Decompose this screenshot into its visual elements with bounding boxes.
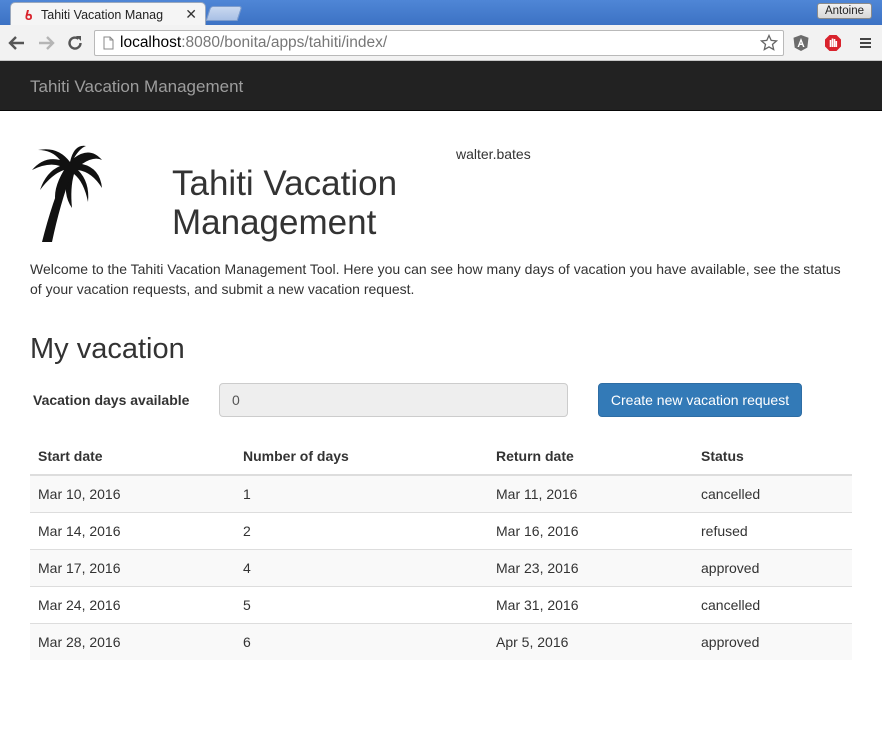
cell-status: approved — [693, 622, 852, 660]
cell-number-of-days: 4 — [235, 548, 488, 586]
cell-start-date: Mar 10, 2016 — [30, 474, 235, 512]
table-row[interactable]: Mar 17, 2016 4 Mar 23, 2016 approved — [30, 548, 852, 586]
username: walter.bates — [456, 146, 531, 162]
palm-tree-logo-icon — [30, 144, 104, 244]
cell-status: approved — [693, 548, 852, 586]
navbar-brand[interactable]: Tahiti Vacation Management — [30, 77, 243, 97]
cell-start-date: Mar 14, 2016 — [30, 511, 235, 549]
url-host: localhost — [120, 34, 182, 51]
page-title-line1: Tahiti Vacation — [172, 164, 398, 203]
forward-arrow-icon[interactable] — [36, 33, 56, 53]
browser-toolbar: localhost:8080/bonita/apps/tahiti/index/ — [0, 25, 882, 61]
header-start-date[interactable]: Start date — [30, 437, 235, 476]
tab-title: Tahiti Vacation Manag — [41, 7, 164, 22]
section-title: My vacation — [30, 333, 185, 365]
page-title-line2: Management — [172, 203, 377, 242]
header-number-of-days[interactable]: Number of days — [235, 437, 488, 476]
cell-status: cancelled — [693, 474, 852, 512]
cell-start-date: Mar 17, 2016 — [30, 548, 235, 586]
cell-return-date: Mar 11, 2016 — [488, 474, 693, 512]
address-bar[interactable]: localhost:8080/bonita/apps/tahiti/index/ — [94, 30, 784, 56]
cell-start-date: Mar 28, 2016 — [30, 622, 235, 660]
page-title: Tahiti Vacation Management — [172, 164, 452, 242]
cell-number-of-days: 5 — [235, 585, 488, 623]
cell-status: refused — [693, 511, 852, 549]
table-row[interactable]: Mar 24, 2016 5 Mar 31, 2016 cancelled — [30, 585, 852, 623]
welcome-text: Welcome to the Tahiti Vacation Managemen… — [30, 261, 841, 297]
table-row[interactable]: Mar 14, 2016 2 Mar 16, 2016 refused — [30, 511, 852, 549]
profile-button[interactable]: Antoine — [816, 3, 872, 19]
table-row[interactable]: Mar 10, 2016 1 Mar 11, 2016 cancelled — [30, 474, 852, 512]
create-vacation-request-button[interactable]: Create new vacation request — [598, 383, 802, 417]
cell-status: cancelled — [693, 585, 852, 623]
tab-close-icon[interactable]: ✕ — [185, 6, 197, 23]
table-header-row: Start date Number of days Return date St… — [30, 437, 852, 476]
header-status[interactable]: Status — [693, 437, 852, 476]
cell-number-of-days: 1 — [235, 474, 488, 512]
browser-tab[interactable]: Tahiti Vacation Manag ✕ — [10, 2, 206, 26]
bookmark-star-icon[interactable] — [759, 33, 779, 57]
menu-hamburger-icon[interactable] — [857, 34, 875, 52]
cell-return-date: Mar 23, 2016 — [488, 548, 693, 586]
adblock-extension-icon[interactable] — [824, 34, 842, 52]
vacation-requests-table: Start date Number of days Return date St… — [30, 437, 852, 660]
table-row[interactable]: Mar 28, 2016 6 Apr 5, 2016 approved — [30, 622, 852, 660]
cell-number-of-days: 2 — [235, 511, 488, 549]
cell-start-date: Mar 24, 2016 — [30, 585, 235, 623]
cell-return-date: Apr 5, 2016 — [488, 622, 693, 660]
vacation-days-label: Vacation days available — [33, 392, 190, 408]
page-icon — [103, 36, 114, 50]
vacation-days-input[interactable] — [219, 383, 568, 417]
app-navbar: Tahiti Vacation Management — [0, 61, 882, 111]
new-tab-button[interactable] — [205, 6, 243, 21]
url-path: :8080/bonita/apps/tahiti/index/ — [181, 34, 388, 51]
cell-return-date: Mar 16, 2016 — [488, 511, 693, 549]
angular-extension-icon[interactable] — [792, 34, 810, 52]
back-arrow-icon[interactable] — [7, 33, 27, 53]
cell-number-of-days: 6 — [235, 622, 488, 660]
bonita-favicon-icon — [23, 9, 35, 21]
reload-icon[interactable] — [65, 33, 85, 53]
browser-tabstrip: Tahiti Vacation Manag ✕ Antoine — [0, 0, 882, 26]
header-return-date[interactable]: Return date — [488, 437, 693, 476]
cell-return-date: Mar 31, 2016 — [488, 585, 693, 623]
